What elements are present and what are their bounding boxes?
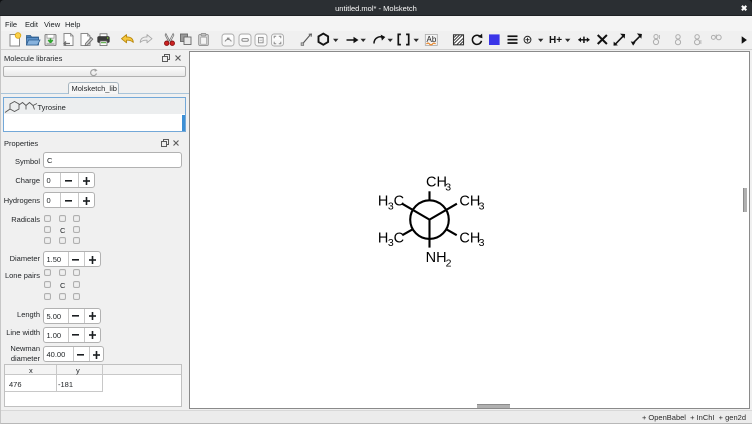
svg-text:3: 3 [479,237,485,249]
svg-text:3: 3 [479,200,485,212]
svg-text:C: C [394,231,404,247]
svg-text:CH: CH [459,194,480,210]
svg-text:H: H [378,231,388,247]
svg-text:CH: CH [459,231,480,247]
svg-text:NH: NH [426,250,447,266]
svg-text:H+: H+ [549,35,562,46]
svg-text:H: H [378,194,388,210]
svg-text:C: C [394,194,404,210]
svg-text:2: 2 [446,258,452,270]
svg-text:CH: CH [426,175,447,191]
svg-text:3: 3 [445,181,451,193]
